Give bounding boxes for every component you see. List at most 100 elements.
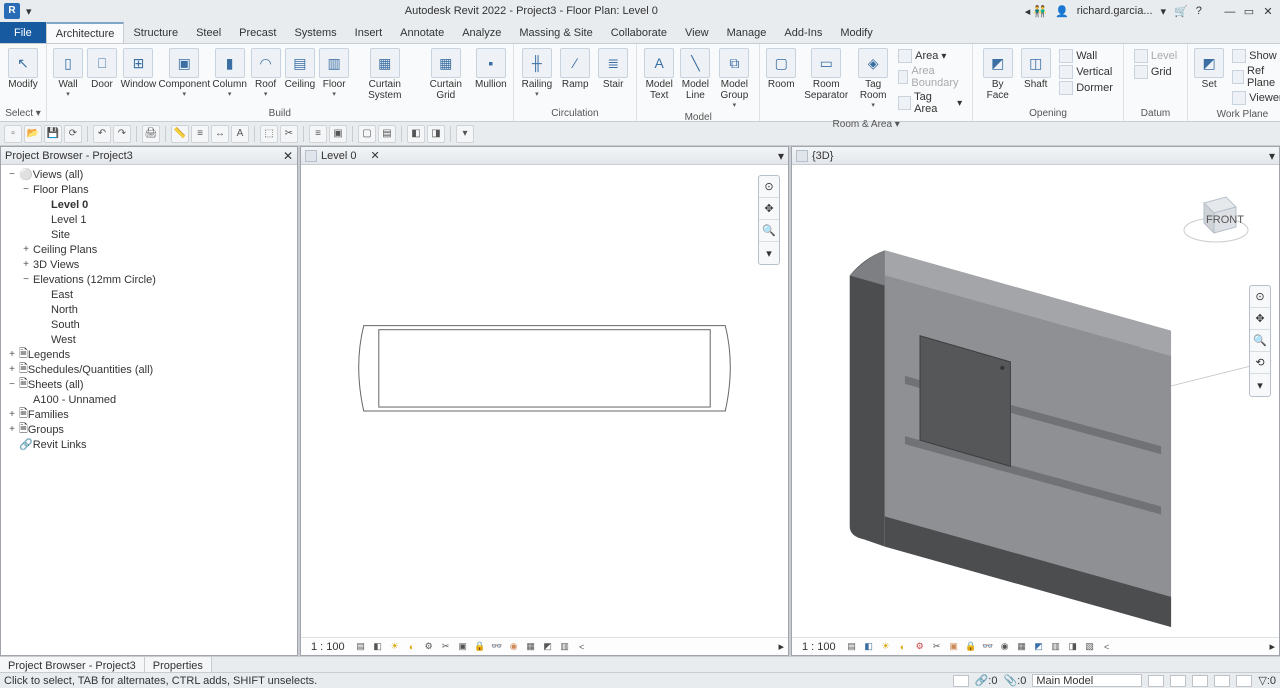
set-button[interactable]: ◩Set <box>1192 46 1226 92</box>
tree-west[interactable]: West <box>1 332 297 347</box>
ref-plane-button[interactable]: Ref Plane <box>1228 64 1280 90</box>
vc3d-5-icon[interactable]: ⚙ <box>913 640 927 654</box>
viewport-level0-opts-icon[interactable]: ▾ <box>778 149 784 163</box>
area-button[interactable]: Area ▾ <box>894 48 966 64</box>
section-icon[interactable]: ✂ <box>280 125 298 143</box>
text-icon[interactable]: A <box>231 125 249 143</box>
orbit-icon[interactable]: ⟲ <box>1250 352 1270 374</box>
restore-button[interactable]: ▭ <box>1241 5 1257 18</box>
wt-cascade-icon[interactable]: ▤ <box>378 125 396 143</box>
tab-annotate[interactable]: Annotate <box>391 22 453 43</box>
3d-canvas[interactable]: FRONT ⊙ ✥ 🔍 ⟲ ▾ <box>792 165 1279 637</box>
floor-button[interactable]: ▥Floor▾ <box>317 46 351 100</box>
tree-east[interactable]: East <box>1 287 297 302</box>
user-icon[interactable]: 👤 <box>1055 5 1069 18</box>
project-browser-close-icon[interactable]: ✕ <box>283 149 293 163</box>
tree-groups[interactable]: +🗎 Groups <box>1 422 297 437</box>
vc3d-9-icon[interactable]: 👓 <box>981 640 995 654</box>
tab-analyze[interactable]: Analyze <box>453 22 510 43</box>
tab-architecture[interactable]: Architecture <box>46 22 125 43</box>
print-icon[interactable]: 🖨 <box>142 125 160 143</box>
switch-windows-icon[interactable]: ▢ <box>358 125 376 143</box>
tree-site[interactable]: Site <box>1 227 297 242</box>
3d-icon[interactable]: ⬚ <box>260 125 278 143</box>
model-text-button[interactable]: AModel Text <box>641 46 677 103</box>
nav3d-dropdown-icon[interactable]: ▾ <box>1250 374 1270 396</box>
zoom-icon[interactable]: 🔍 <box>759 220 779 242</box>
tree-a100[interactable]: A100 - Unnamed <box>1 392 297 407</box>
column-button[interactable]: ▮Column▾ <box>211 46 249 100</box>
pan-icon[interactable]: ✥ <box>759 198 779 220</box>
sb-tool3-icon[interactable] <box>1170 675 1186 687</box>
redo-icon[interactable]: ↷ <box>113 125 131 143</box>
project-tree[interactable]: −⚪ Views (all) −Floor Plans Level 0 Leve… <box>1 165 297 655</box>
mullion-button[interactable]: ▪Mullion <box>473 46 508 92</box>
vc3d-14-icon[interactable]: ◨ <box>1066 640 1080 654</box>
vc-more4-icon[interactable]: < <box>575 640 589 654</box>
tab-precast[interactable]: Precast <box>230 22 285 43</box>
ramp-button[interactable]: ∕Ramp <box>556 46 594 92</box>
help-icon[interactable]: ? <box>1196 5 1202 17</box>
wall-opening-button[interactable]: Wall <box>1055 48 1117 64</box>
file-tab[interactable]: File <box>0 22 46 43</box>
tree-families[interactable]: +🗎 Families <box>1 407 297 422</box>
roof-button[interactable]: ◠Roof▾ <box>249 46 283 100</box>
sync-icon[interactable]: ⟳ <box>64 125 82 143</box>
dormer-button[interactable]: Dormer <box>1055 80 1117 96</box>
tab-structure[interactable]: Structure <box>124 22 187 43</box>
tag-room-button[interactable]: ◈Tag Room▾ <box>854 46 892 111</box>
tab-addins[interactable]: Add-Ins <box>775 22 831 43</box>
tree-views[interactable]: −⚪ Views (all) <box>1 167 297 182</box>
vc3d-scroll-right-icon[interactable]: ▸ <box>1269 640 1275 653</box>
full-nav-wheel-3d-icon[interactable]: ⊙ <box>1250 286 1270 308</box>
curtain-system-button[interactable]: ▦Curtain System <box>351 46 418 103</box>
viewport-level0-close-icon[interactable]: ✕ <box>370 149 379 162</box>
crop-view-icon[interactable]: ✂ <box>439 640 453 654</box>
sun-path-icon[interactable]: ☀ <box>388 640 402 654</box>
modify-button[interactable]: ↖Modify <box>4 46 42 92</box>
sb-tool4-icon[interactable] <box>1192 675 1208 687</box>
grid-button[interactable]: Grid <box>1130 64 1181 80</box>
vc-more3-icon[interactable]: ▥ <box>558 640 572 654</box>
workset-select[interactable]: Main Model <box>1032 674 1142 687</box>
shaft-button[interactable]: ◫Shaft <box>1018 46 1053 92</box>
tree-ceiling[interactable]: +Ceiling Plans <box>1 242 297 257</box>
dim-icon[interactable]: ↔ <box>211 125 229 143</box>
align-icon[interactable]: ≡ <box>191 125 209 143</box>
show-button[interactable]: Show <box>1228 48 1280 64</box>
model-group-button[interactable]: ⧉Model Group▾ <box>714 46 756 111</box>
minimize-button[interactable]: — <box>1222 6 1238 18</box>
vc-more1-icon[interactable]: ▦ <box>524 640 538 654</box>
tree-level0[interactable]: Level 0 <box>1 197 297 212</box>
lock-icon[interactable]: 🔒 <box>473 640 487 654</box>
vc3d-1-icon[interactable]: ▤ <box>845 640 859 654</box>
tab-insert[interactable]: Insert <box>346 22 392 43</box>
close-hidden-icon[interactable]: ▣ <box>329 125 347 143</box>
shadows-icon[interactable]: ◐ <box>405 640 419 654</box>
sb-filter[interactable]: ▽:0 <box>1258 674 1276 687</box>
tree-elevations[interactable]: −Elevations (12mm Circle) <box>1 272 297 287</box>
cart-icon[interactable]: 🛒 <box>1174 5 1188 18</box>
tab-view[interactable]: View <box>676 22 718 43</box>
qat-dropdown-icon[interactable]: ▾ <box>26 5 38 17</box>
vc3d-3-icon[interactable]: ☀ <box>879 640 893 654</box>
wall-button[interactable]: ▯Wall▾ <box>51 46 85 100</box>
qa-tool1-icon[interactable]: ◧ <box>407 125 425 143</box>
room-separator-button[interactable]: ▭Room Separator <box>798 46 854 103</box>
visual-style-icon[interactable]: ◧ <box>371 640 385 654</box>
qa-tool2-icon[interactable]: ◨ <box>427 125 445 143</box>
tree-north[interactable]: North <box>1 302 297 317</box>
vc-more2-icon[interactable]: ◩ <box>541 640 555 654</box>
area-boundary-button[interactable]: Area Boundary <box>894 64 966 90</box>
door-button[interactable]: ⎕Door <box>85 46 119 92</box>
user-name[interactable]: richard.garcia... <box>1077 5 1153 17</box>
tab-modify[interactable]: Modify <box>831 22 881 43</box>
vc3d-10-icon[interactable]: ◉ <box>998 640 1012 654</box>
tree-floor-plans[interactable]: −Floor Plans <box>1 182 297 197</box>
vertical-button[interactable]: Vertical <box>1055 64 1117 80</box>
sb-tool5-icon[interactable] <box>1214 675 1230 687</box>
qa-dropdown-icon[interactable]: ▾ <box>456 125 474 143</box>
tree-sheets[interactable]: −🗎 Sheets (all) <box>1 377 297 392</box>
thin-lines-icon[interactable]: ≡ <box>309 125 327 143</box>
ceiling-button[interactable]: ▤Ceiling <box>283 46 318 92</box>
